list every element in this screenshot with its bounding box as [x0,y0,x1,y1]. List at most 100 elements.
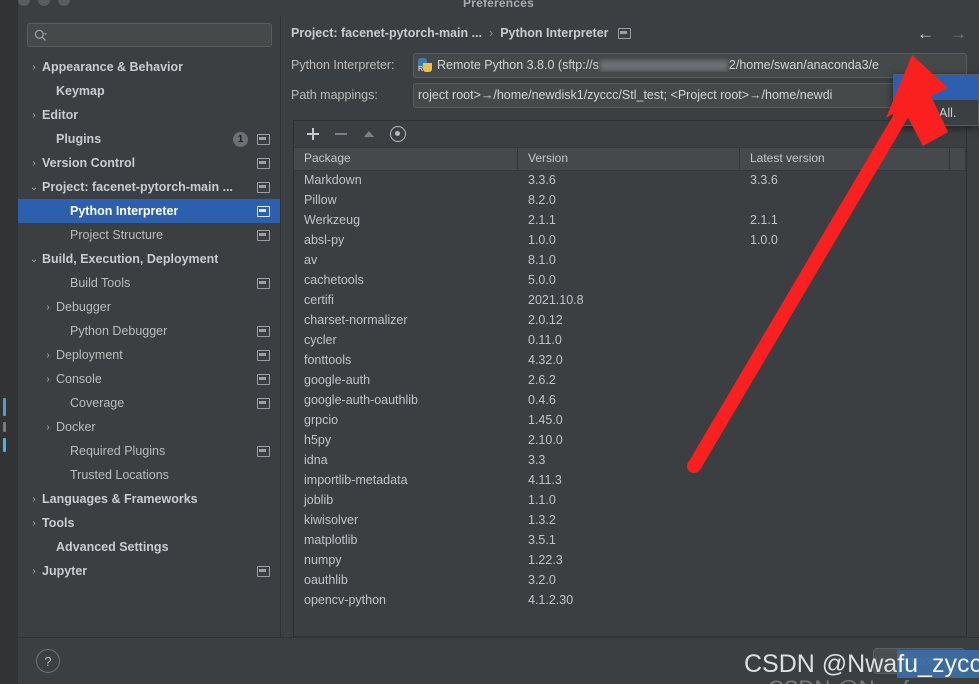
column-header-package[interactable]: Package [294,148,518,170]
copy-settings-path-icon[interactable] [257,373,270,385]
cell-latest [740,271,950,291]
menu-item-add[interactable]: Add... [894,75,978,100]
cell-version: 1.0.0 [528,233,556,247]
chevron-down-icon[interactable]: ⌄ [28,254,40,265]
sidebar-item-advanced-settings[interactable]: Advanced Settings [18,535,280,559]
settings-search-input[interactable] [51,27,265,43]
sidebar-item-project-facenet-pytorch-main[interactable]: ⌄ Project: facenet-pytorch-main ... [18,175,280,199]
chevron-right-icon[interactable]: › [28,494,40,505]
table-row[interactable]: cachetools 5.0.0 [294,271,966,291]
sidebar-item-editor[interactable]: › Editor [18,103,280,127]
table-row[interactable]: Markdown 3.3.6 3.3.6 [294,171,966,191]
settings-search-box[interactable] [27,23,272,47]
chevron-down-icon[interactable]: ⌄ [28,182,40,193]
sidebar-item-tools[interactable]: › Tools [18,511,280,535]
show-early-releases-eye-icon[interactable] [390,126,406,142]
table-row[interactable]: cycler 0.11.0 [294,331,966,351]
table-row[interactable]: opencv-python 4.1.2.30 [294,591,966,611]
preferences-dialog: › Appearance & Behavior Keymap › Editor Plugi… [18,16,979,684]
back-arrow-icon[interactable]: ← [917,25,934,42]
chevron-right-icon[interactable]: › [28,566,40,577]
table-row[interactable]: idna 3.3 [294,451,966,471]
copy-settings-path-icon[interactable] [257,277,270,289]
python-interpreter-combobox[interactable]: R Remote Python 3.8.0 (sftp://s 2/home/sw… [413,52,967,78]
copy-settings-path-icon[interactable] [257,397,270,409]
interpreter-actions-menu[interactable]: Add... Show All. [893,74,979,126]
chevron-right-icon[interactable]: › [42,374,54,385]
path-mappings-row: Path mappings: roject root>→/home/newdis… [287,80,967,110]
uninstall-package-icon[interactable] [334,127,348,141]
breadcrumb-root[interactable]: Project: facenet-pytorch-main ... [291,26,482,40]
table-row[interactable]: absl-py 1.0.0 1.0.0 [294,231,966,251]
chevron-right-icon[interactable]: › [28,110,40,121]
sidebar-item-required-plugins[interactable]: Required Plugins [18,439,280,463]
forward-arrow-icon[interactable]: → [950,25,967,42]
copy-settings-path-icon[interactable] [257,565,270,577]
install-package-icon[interactable] [306,127,320,141]
cell-package: google-auth-oauthlib [304,393,418,407]
chevron-right-icon[interactable]: › [28,518,40,529]
table-row[interactable]: grpcio 1.45.0 [294,411,966,431]
table-row[interactable]: certifi 2021.10.8 [294,291,966,311]
table-row[interactable]: fonttools 4.32.0 [294,351,966,371]
sidebar-item-languages-frameworks[interactable]: › Languages & Frameworks [18,487,280,511]
menu-item-show-all[interactable]: Show All. [894,100,978,125]
sidebar-item-label: Plugins [56,132,102,146]
sidebar-item-deployment[interactable]: › Deployment [18,343,280,367]
copy-settings-path-icon[interactable] [257,157,270,169]
sidebar-item-project-structure[interactable]: Project Structure [18,223,280,247]
sidebar-item-python-interpreter[interactable]: Python Interpreter [18,199,280,223]
help-button[interactable]: ? [36,649,60,673]
interpreter-value-suffix: 2/home/swan/anaconda3/e [728,58,880,72]
chevron-right-icon[interactable]: › [42,422,54,433]
table-row[interactable]: joblib 1.1.0 [294,491,966,511]
chevron-right-icon[interactable]: › [42,302,54,313]
sidebar-item-jupyter[interactable]: › Jupyter [18,559,280,583]
sidebar-item-version-control[interactable]: › Version Control [18,151,280,175]
sidebar-item-coverage[interactable]: Coverage [18,391,280,415]
table-row[interactable]: Pillow 8.2.0 [294,191,966,211]
chevron-right-icon[interactable]: › [28,62,40,73]
table-row[interactable]: matplotlib 3.5.1 [294,531,966,551]
sidebar-item-debugger[interactable]: › Debugger [18,295,280,319]
copy-settings-path-icon[interactable] [257,133,270,145]
cell-latest [740,551,950,571]
cell-version: 2.0.12 [528,313,563,327]
sidebar-item-docker[interactable]: › Docker [18,415,280,439]
copy-settings-path-icon[interactable] [257,445,270,457]
chevron-right-icon[interactable]: › [28,158,40,169]
copy-settings-path-icon[interactable] [257,325,270,337]
chevron-right-icon[interactable]: › [42,350,54,361]
column-header-latest[interactable]: Latest version [740,148,950,170]
copy-settings-path-icon[interactable] [257,205,270,217]
table-row[interactable]: Werkzeug 2.1.1 2.1.1 [294,211,966,231]
table-row[interactable]: google-auth 2.6.2 [294,371,966,391]
sidebar-item-trusted-locations[interactable]: Trusted Locations [18,463,280,487]
table-row[interactable]: oauthlib 3.2.0 [294,571,966,591]
packages-table-body[interactable]: Markdown 3.3.6 3.3.6 Pillow 8.2.0 Werkzeug 2.1… [294,171,966,636]
column-header-version[interactable]: Version [518,148,740,170]
sidebar-item-console[interactable]: › Console [18,367,280,391]
copy-settings-path-icon[interactable] [257,349,270,361]
sidebar-item-python-debugger[interactable]: Python Debugger [18,319,280,343]
table-row[interactable]: importlib-metadata 4.11.3 [294,471,966,491]
table-row[interactable]: google-auth-oauthlib 0.4.6 [294,391,966,411]
table-row[interactable]: kiwisolver 1.3.2 [294,511,966,531]
path-mappings-field[interactable]: roject root>→/home/newdisk1/zyccc/Stl_te… [413,82,967,108]
table-row[interactable]: charset-normalizer 2.0.12 [294,311,966,331]
upgrade-package-icon[interactable] [362,127,376,141]
settings-content-pane: Project: facenet-pytorch-main ... › Pyth… [281,16,979,637]
sidebar-item-build-execution-deployment[interactable]: ⌄ Build, Execution, Deployment [18,247,280,271]
settings-tree[interactable]: › Appearance & Behavior Keymap › Editor Plugi… [18,53,280,637]
sidebar-item-keymap[interactable]: Keymap [18,79,280,103]
sidebar-item-plugins[interactable]: Plugins 1 [18,127,280,151]
sidebar-item-appearance-behavior[interactable]: › Appearance & Behavior [18,55,280,79]
copy-settings-path-icon[interactable] [617,27,631,39]
table-row[interactable]: av 8.1.0 [294,251,966,271]
copy-settings-path-icon[interactable] [257,181,270,193]
sidebar-item-build-tools[interactable]: Build Tools [18,271,280,295]
table-row[interactable]: numpy 1.22.3 [294,551,966,571]
cell-package: opencv-python [304,593,387,607]
table-row[interactable]: h5py 2.10.0 [294,431,966,451]
copy-settings-path-icon[interactable] [257,229,270,241]
